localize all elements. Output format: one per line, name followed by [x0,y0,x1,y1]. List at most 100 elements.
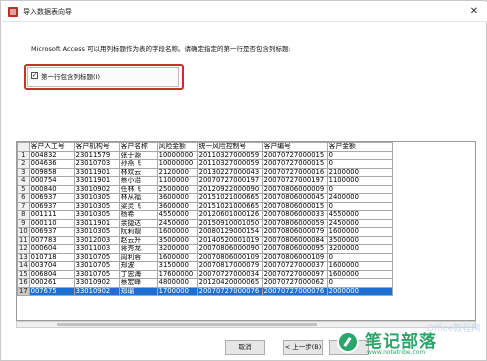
table-cell: 4550000 [326,210,393,220]
table-cell: 20070727000197 [261,176,328,186]
window-title: 导入数据表向导 [23,8,72,16]
table-cell: 3150000 [156,261,198,271]
table-cell: 33012003 [73,235,120,245]
row-number: 8 [17,210,30,220]
table-cell: 10000000 [156,150,198,160]
table-cell: 20070806000079 [261,227,328,237]
table-cell: 1100000 [326,176,393,186]
table-cell: 23010703 [73,159,120,169]
table-row[interactable]: 9 000110 33011901 余捷达 2450000 20150910001050 2… [17,218,393,228]
table-cell: 33010305 [73,201,120,211]
row-number: 4 [17,176,30,186]
table-cell: 2450000 [326,218,393,228]
cancel-button[interactable]: 取消 [225,340,265,355]
table-cell: 33011901 [73,167,120,177]
table-cell: 000261 [28,278,75,288]
table-row[interactable]: 12 000604 33011003 蒋秀龙 3200000 20070806000090… [17,244,393,254]
table-row[interactable]: 13 010718 33010705 周利蓉 1600000 20070806000109… [17,252,393,262]
row-number: 13 [17,252,30,262]
table-cell: 3200000 [156,244,198,254]
table-cell: 20080129000154 [196,227,263,237]
table-cell: 17600000 [156,269,198,279]
column-header[interactable]: 客户金额 [326,142,393,152]
table-cell: 20151021000665 [196,201,263,211]
table-cell: 000754 [28,176,75,186]
table-cell: 0 [326,278,393,288]
table-row[interactable]: 17 007675 33010902 郑瑜 1700000 20070727000076 2… [17,286,393,296]
table-cell: 2000000 [326,286,393,296]
table-row[interactable]: 3 009858 33011901 林欢云 2120000 20130227000043 2… [17,167,393,177]
table-cell: 3600000 [156,201,198,211]
column-header[interactable]: 客户机构号 [73,142,120,152]
table-cell: 4800000 [156,278,198,288]
table-cell: 000604 [28,244,75,254]
table-row[interactable]: 4 000754 33011901 蔡小治 1100000 20070727000197 2… [17,176,393,186]
grid-corner [17,142,30,152]
table-cell: 赵云升 [118,235,158,245]
table-cell: 20070817000079 [196,261,263,271]
table-row[interactable]: 15 006804 33010705 丁忠海 17600000 2007072700003… [17,269,393,279]
table-cell: 33010305 [73,210,120,220]
table-cell: 郑波 [118,261,158,271]
table-cell: 10000000 [156,159,198,169]
table-cell: 20070806000009 [261,184,328,194]
back-button[interactable]: < 上一步(B) [283,340,323,355]
column-header[interactable]: 客户人工号 [28,142,75,152]
table-cell: 20110327000059 [196,159,263,169]
first-row-checkbox[interactable]: ✓ [31,72,38,79]
table-cell: 蔡宏峰 [118,278,158,288]
row-number: 9 [17,218,30,228]
table-cell: 20070806000095 [261,244,328,254]
column-header[interactable]: 客户编号 [261,142,328,152]
table-cell: 1600000 [326,227,393,237]
table-row[interactable]: 11 007783 33012003 赵云升 3500000 20140520001019… [17,235,393,245]
table-cell: 20120601000126 [196,210,263,220]
row-number: 1 [17,150,30,160]
table-cell: 006937 [28,201,75,211]
table-cell: 33011901 [73,176,120,186]
table-cell: 33010902 [73,286,120,296]
table-cell: 33011003 [73,244,120,254]
table-row[interactable]: 10 006937 33010305 阮莉靓 1600000 20080129000154… [17,227,393,237]
table-cell: 3600000 [156,193,198,203]
table-cell: 0 [326,252,393,262]
row-number: 6 [17,193,30,203]
table-row[interactable]: 8 001111 33010305 杨希 4550000 20120601000126 20… [17,210,393,220]
preview-table: 客户人工号 客户机构号 客户名称 风险金额 统一风险控制号 客户编号 客户金额 … [17,142,393,296]
table-cell: 2500000 [156,184,198,194]
table-cell: 孙燕飞 [118,159,158,169]
column-header[interactable]: 风险金额 [156,142,198,152]
close-icon[interactable]: ✕ [467,5,481,19]
table-cell: 33010305 [73,193,120,203]
table-row[interactable]: 2 004636 23010703 孙燕飞 10000000 20110327000059… [17,159,393,169]
table-cell: 20070727000076 [261,286,328,296]
table-cell: 20070727000016 [261,167,328,177]
table-row[interactable]: 7 006937 33010305 梁灵飞 3600000 20151021000665 2… [17,201,393,211]
table-row[interactable]: 1 004832 23011579 张于源 10000000 20110327000059… [17,150,393,160]
table-cell: 3500000 [156,235,198,245]
table-cell: 2400000 [326,193,393,203]
table-cell: 20070727000197 [196,176,263,186]
watermark-url: www.notetribe.com [367,349,426,356]
first-row-checkbox-label[interactable]: 第一行包含列标题(I) [41,71,100,81]
table-row[interactable]: 6 006937 33010305 林从福 3600000 20151021000665 2… [17,193,393,203]
table-cell: 0 [326,184,393,194]
table-row[interactable]: 5 000840 33010902 任林飞 2500000 20120922000090 2… [17,184,393,194]
column-header[interactable]: 统一风险控制号 [196,142,263,152]
table-row[interactable]: 14 003704 33010705 郑波 3150000 20070817000079 2… [17,261,393,271]
data-preview-grid[interactable]: 客户人工号 客户机构号 客户名称 风险金额 统一风险控制号 客户编号 客户金额 … [16,141,476,321]
table-cell: 1600000 [326,261,393,271]
table-row[interactable]: 16 000261 33010902 蔡宏峰 4800000 20120420000065… [17,278,393,288]
table-cell: 20070727000015 [261,150,328,160]
table-cell: 2120000 [156,167,198,177]
table-cell: 20070727000034 [196,269,263,279]
column-header[interactable]: 客户名称 [118,142,158,152]
row-number: 5 [17,184,30,194]
scrollbar-thumb[interactable] [57,323,317,326]
table-cell: 周利蓉 [118,252,158,262]
table-cell: 33010705 [73,261,120,271]
table-cell: 33010305 [73,227,120,237]
table-cell: 1600000 [156,227,198,237]
table-cell: 33010705 [73,269,120,279]
table-cell: 003704 [28,261,75,271]
